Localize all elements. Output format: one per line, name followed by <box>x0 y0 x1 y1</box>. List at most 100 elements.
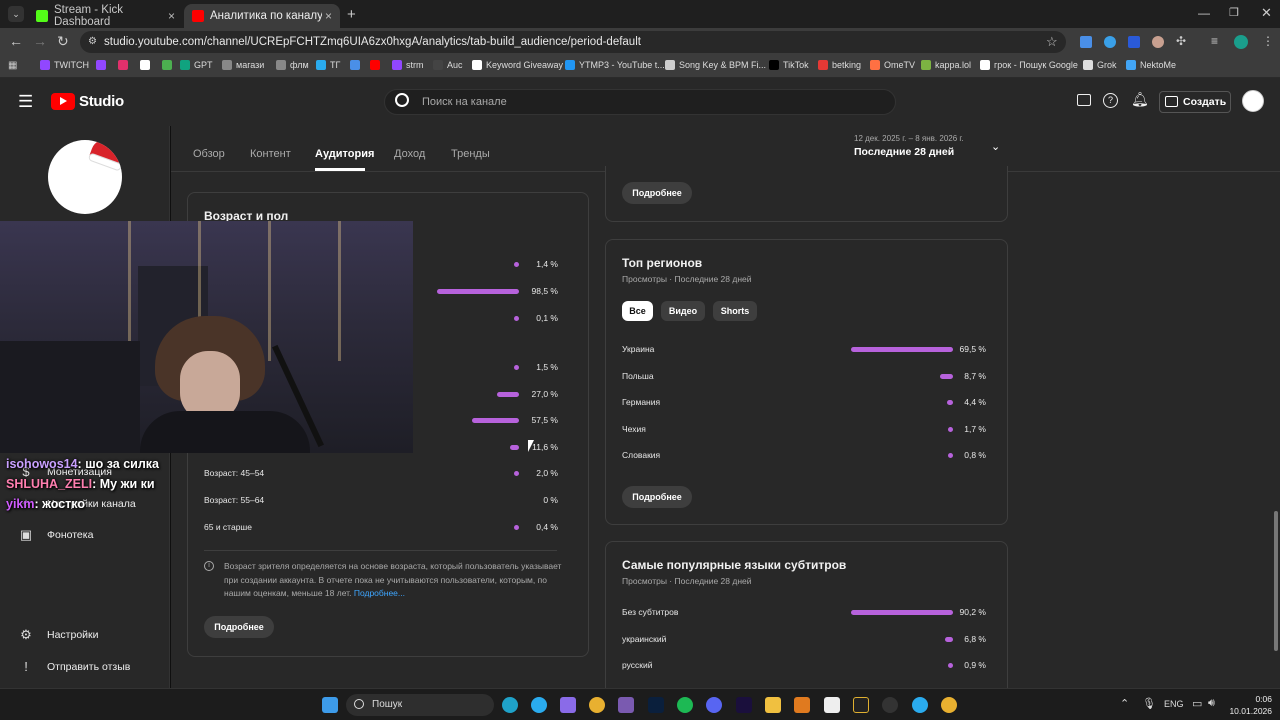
regions-details-button[interactable]: Подробнее <box>622 486 692 508</box>
browser-tab-youtube[interactable]: Аналитика по каналу - YouTube × <box>184 4 340 28</box>
chrome-icon[interactable] <box>589 697 605 713</box>
windows-taskbar: Пошук ⌃ 🎙︎ ENG ▭ 🔊︎ 0:06 10.01.2026 <box>0 688 1280 720</box>
date-range-picker[interactable]: 12 дек. 2025 г. – 8 янв. 2026 г. Последн… <box>854 134 1014 164</box>
copilot-icon[interactable] <box>560 697 576 713</box>
apps-grid-icon[interactable]: ▦ <box>8 60 17 71</box>
photoshop-icon[interactable] <box>648 697 664 713</box>
fl-studio-icon[interactable] <box>794 697 810 713</box>
obs-icon[interactable] <box>882 697 898 713</box>
app-icon[interactable] <box>853 697 869 713</box>
bookmark-item[interactable]: OmeTV <box>870 60 915 70</box>
chip-all[interactable]: Все <box>622 301 653 321</box>
edge-icon[interactable] <box>502 697 518 713</box>
nav-feedback[interactable]: ! Отправить отзыв <box>18 659 130 675</box>
spotify-icon[interactable] <box>677 697 693 713</box>
telegram-icon[interactable] <box>912 697 928 713</box>
notifications-bell-icon[interactable]: 🔔︎ <box>1131 91 1149 108</box>
chrome-icon[interactable] <box>941 697 957 713</box>
star-icon[interactable]: ☆ <box>1046 34 1058 50</box>
bookmark-item[interactable]: флм <box>276 60 309 70</box>
chip-shorts[interactable]: Shorts <box>713 301 757 321</box>
bookmark-item[interactable]: Song Key & BPM Fi... <box>665 60 766 70</box>
hamburger-menu-icon[interactable]: ☰ <box>18 92 33 112</box>
maximize-icon[interactable]: ❐ <box>1229 6 1239 19</box>
profile-avatar[interactable] <box>1234 35 1248 49</box>
tab-content[interactable]: Контент <box>250 148 291 160</box>
help-icon[interactable]: ? <box>1103 93 1118 108</box>
bookmark-item[interactable]: магази <box>222 60 264 70</box>
bookmark-item[interactable] <box>140 60 154 70</box>
menu-icon[interactable]: ⋮ <box>1262 34 1274 48</box>
explorer-icon[interactable] <box>765 697 781 713</box>
windows-start-icon[interactable] <box>322 697 338 713</box>
age-note-link[interactable]: Подробнее... <box>354 588 405 598</box>
nav-settings[interactable]: ⚙ Настройки <box>18 627 98 643</box>
twitch-app-icon[interactable] <box>618 697 634 713</box>
puzzle-icon[interactable]: ✣ <box>1176 34 1186 48</box>
studio-logo[interactable]: Studio <box>51 93 124 110</box>
forward-icon[interactable]: → <box>33 33 47 49</box>
bookmark-item[interactable]: NektoMe <box>1126 60 1176 70</box>
language-indicator[interactable]: ENG <box>1164 699 1184 709</box>
site-info-icon[interactable]: ⚙ <box>88 36 97 47</box>
bookmark-item[interactable]: betking <box>818 60 861 70</box>
bookmark-item[interactable] <box>350 60 364 70</box>
bookmark-item[interactable]: Auc <box>433 60 463 70</box>
premiere-icon[interactable] <box>736 697 752 713</box>
bookmark-item[interactable]: GPT <box>180 60 213 70</box>
chevron-up-icon[interactable]: ⌃ <box>1120 697 1129 710</box>
volume-icon[interactable]: 🔊︎ <box>1208 697 1215 710</box>
tab-overview[interactable]: Обзор <box>193 148 225 160</box>
taskbar-search[interactable]: Пошук <box>346 694 494 716</box>
create-button[interactable]: Создать <box>1159 91 1231 113</box>
translate-icon[interactable] <box>1080 36 1092 48</box>
bookmark-item[interactable]: kappa.lol <box>921 60 971 70</box>
bookmark-item[interactable]: Grok <box>1083 60 1117 70</box>
tab-audience[interactable]: Аудитория <box>315 148 374 160</box>
bookmark-item[interactable] <box>162 60 176 70</box>
back-icon[interactable]: ← <box>9 33 23 49</box>
bookmark-item[interactable]: TikTok <box>769 60 809 70</box>
scrollbar-thumb[interactable] <box>1274 511 1278 651</box>
clock[interactable]: 0:06 10.01.2026 <box>1226 693 1272 717</box>
chip-videos[interactable]: Видео <box>661 301 705 321</box>
bookmark-item[interactable]: TWITCH <box>40 60 89 70</box>
search-icon[interactable] <box>395 93 409 107</box>
close-icon[interactable]: × <box>168 9 175 23</box>
telegram-icon[interactable] <box>531 697 547 713</box>
media-icon[interactable]: ≡ <box>1211 34 1218 48</box>
tab-list-chevron-icon[interactable]: ⌄ <box>8 6 24 22</box>
account-avatar[interactable] <box>1242 90 1264 112</box>
chevron-down-icon[interactable]: ⌄ <box>991 140 1000 153</box>
wifi-icon[interactable]: ▭ <box>1192 697 1202 710</box>
notepad-icon[interactable] <box>824 697 840 713</box>
extension-icon[interactable] <box>1152 36 1164 48</box>
extension-icon[interactable] <box>1104 36 1116 48</box>
discord-icon[interactable] <box>706 697 722 713</box>
url-field[interactable]: studio.youtube.com/channel/UCREpFCHTZmq6… <box>80 31 1066 53</box>
extension-icon[interactable] <box>1128 36 1140 48</box>
minimize-icon[interactable]: — <box>1198 6 1210 20</box>
close-window-icon[interactable]: ✕ <box>1261 5 1272 21</box>
channel-avatar[interactable] <box>48 140 122 214</box>
bookmark-item[interactable]: YTMP3 - YouTube t... <box>565 60 665 70</box>
tab-trends[interactable]: Тренды <box>451 148 490 160</box>
bookmark-item[interactable] <box>370 60 384 70</box>
browser-tab-kick[interactable]: Stream - Kick Dashboard × <box>28 4 183 28</box>
bookmark-item[interactable]: strm <box>392 60 424 70</box>
bookmark-item[interactable] <box>96 60 110 70</box>
new-tab-button[interactable]: + <box>347 6 356 23</box>
bookmark-item[interactable]: ТГ <box>316 60 340 70</box>
bookmark-item[interactable]: Keyword Giveaway <box>472 60 563 70</box>
age-details-button[interactable]: Подробнее <box>204 616 274 638</box>
search-input[interactable]: Поиск на канале <box>384 89 896 115</box>
tab-revenue[interactable]: Доход <box>394 148 425 160</box>
bookmark-item[interactable]: грок - Пошук Google <box>980 60 1078 70</box>
reload-icon[interactable]: ↻ <box>57 33 69 50</box>
prev-details-button[interactable]: Подробнее <box>622 182 692 204</box>
messages-icon[interactable] <box>1077 94 1091 106</box>
close-icon[interactable]: × <box>325 9 332 23</box>
bookmark-item[interactable] <box>118 60 132 70</box>
nav-audio-library[interactable]: ▣ Фонотека <box>18 527 94 543</box>
microphone-icon[interactable]: 🎙︎ <box>1142 697 1156 710</box>
